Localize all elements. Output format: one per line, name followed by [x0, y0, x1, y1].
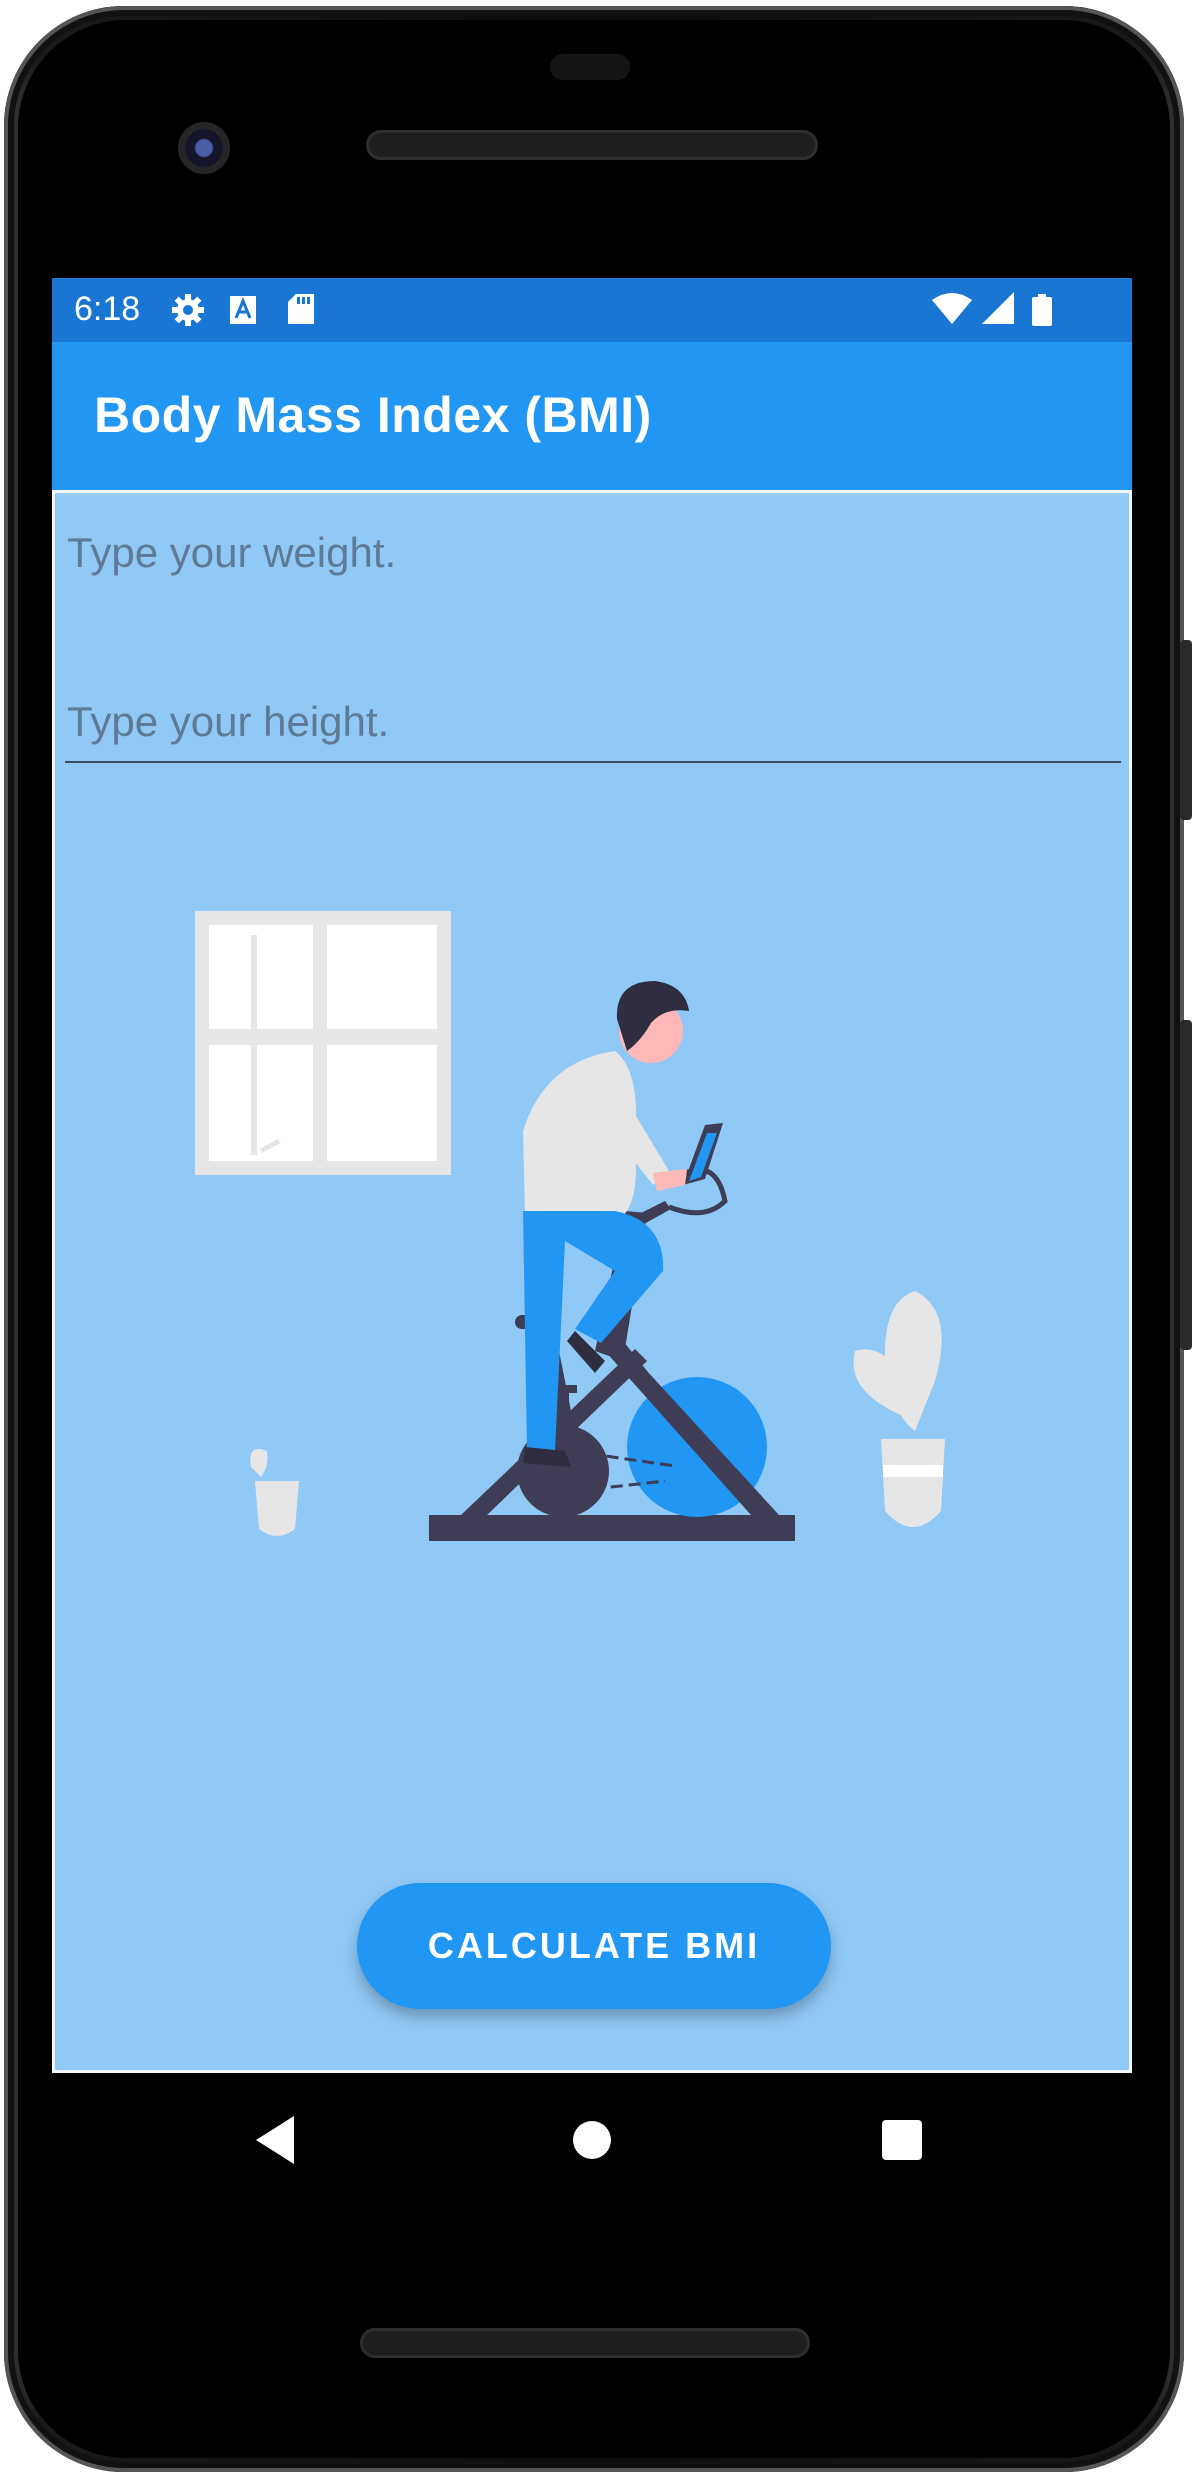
status-time: 6:18: [74, 290, 141, 328]
signal-icon: [982, 292, 1014, 324]
exercise-bike-illustration: [195, 911, 945, 1541]
app-title: Body Mass Index (BMI): [94, 387, 652, 443]
system-nav-bar: [256, 2116, 922, 2164]
volume-button: [1180, 1020, 1192, 1350]
recents-icon: [882, 2120, 922, 2160]
height-input[interactable]: [65, 683, 1121, 763]
screen: 6:18 Body Mass Index (BMI) Type your wei…: [52, 278, 1132, 2073]
back-icon: [256, 2116, 294, 2164]
status-left-icons: [172, 294, 314, 326]
weight-input[interactable]: [65, 513, 1121, 593]
sd-card-icon: [288, 294, 314, 324]
battery-icon: [1032, 294, 1052, 326]
large-plant-illustration: [853, 1291, 945, 1527]
top-speaker: [366, 130, 818, 160]
earpiece: [550, 54, 630, 80]
window-illustration: [195, 911, 451, 1175]
calculate-bmi-button[interactable]: CALCULATE BMI: [357, 1883, 831, 2009]
home-icon: [573, 2121, 611, 2159]
app-bar: Body Mass Index (BMI): [52, 342, 1132, 490]
gear-icon: [172, 294, 204, 326]
front-camera: [178, 122, 230, 174]
content-area: CALCULATE BMI: [52, 490, 1132, 2073]
status-bar: 6:18: [52, 278, 1132, 342]
keyboard-a-icon: [230, 296, 256, 324]
small-plant-illustration: [250, 1449, 299, 1536]
status-right-icons: [932, 292, 1052, 326]
power-button: [1180, 640, 1192, 820]
bottom-speaker: [360, 2328, 810, 2358]
wifi-icon: [932, 293, 972, 324]
